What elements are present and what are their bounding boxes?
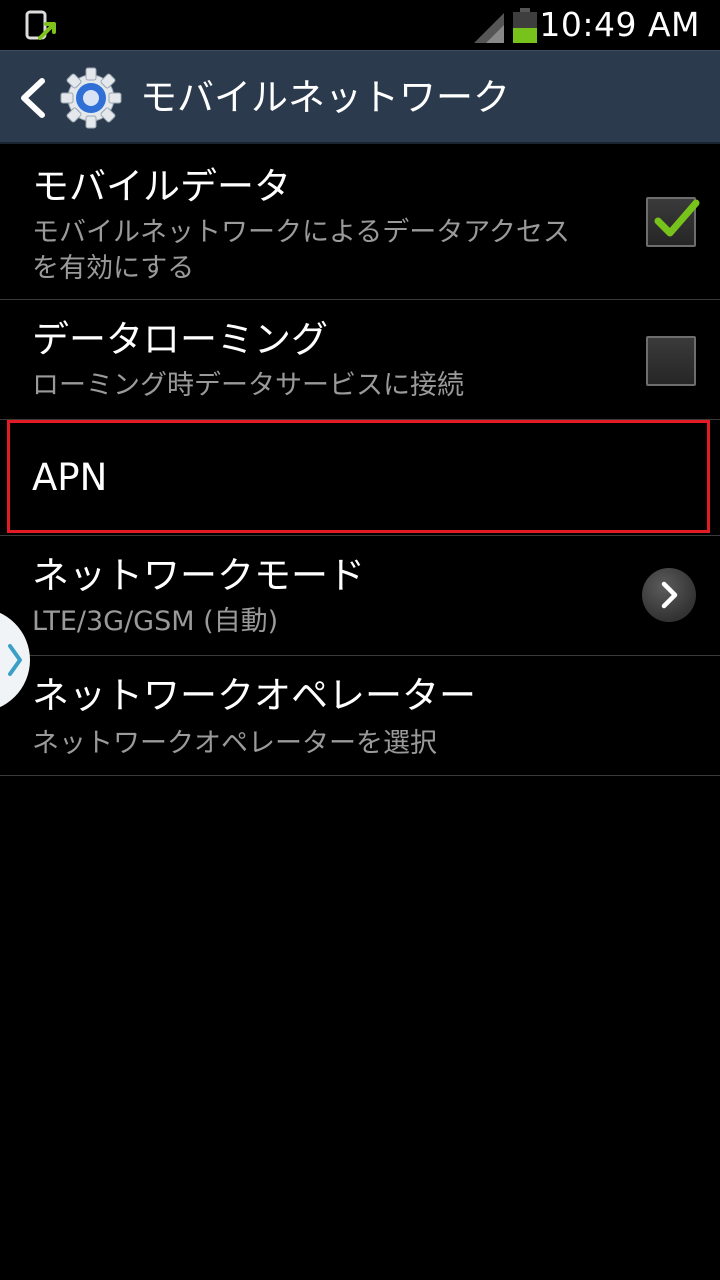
- setting-title: ネットワークオペレーター: [32, 674, 476, 717]
- setting-summary: ネットワークオペレーターを選択: [32, 728, 437, 759]
- setting-summary: を有効にする: [32, 253, 195, 284]
- chevron-right-icon: [661, 581, 678, 609]
- status-clock: 10:49 AM: [539, 5, 700, 44]
- mobile-data-checkbox[interactable]: [646, 197, 700, 247]
- setting-title: データローミング: [32, 318, 328, 361]
- data-roaming-checkbox[interactable]: [646, 336, 696, 386]
- page-title: モバイルネットワーク: [140, 76, 510, 119]
- setting-summary: モバイルネットワークによるデータアクセス: [32, 217, 570, 248]
- setting-title: ネットワークモード: [32, 554, 365, 597]
- setting-network-mode[interactable]: ネットワークモード LTE/3G/GSM (自動): [0, 536, 720, 656]
- setting-network-operator[interactable]: ネットワークオペレーター ネットワークオペレーターを選択: [0, 656, 720, 776]
- battery-icon: [513, 8, 537, 43]
- back-button[interactable]: [10, 71, 54, 125]
- setting-title: モバイルデータ: [32, 165, 291, 208]
- setting-summary: LTE/3G/GSM (自動): [32, 606, 279, 637]
- action-bar: モバイルネットワーク: [0, 50, 720, 144]
- screen: 10:49 AM モバイルネットワーク モバイルデータ モバイルネットワークによ…: [0, 0, 720, 1280]
- signal-icon: [474, 13, 504, 43]
- setting-summary: ローミング時データサービスに接続: [32, 370, 464, 401]
- apn-highlight-box: [7, 420, 710, 533]
- check-mark-icon: [654, 199, 700, 237]
- notification-arrow-icon: [25, 10, 56, 40]
- network-mode-chevron-button[interactable]: [642, 568, 696, 622]
- chevron-right-icon: [8, 644, 22, 676]
- setting-data-roaming[interactable]: データローミング ローミング時データサービスに接続: [0, 300, 720, 420]
- status-bar: 10:49 AM: [0, 0, 720, 50]
- setting-mobile-data[interactable]: モバイルデータ モバイルネットワークによるデータアクセス を有効にする: [0, 145, 720, 300]
- gear-icon[interactable]: [60, 67, 122, 129]
